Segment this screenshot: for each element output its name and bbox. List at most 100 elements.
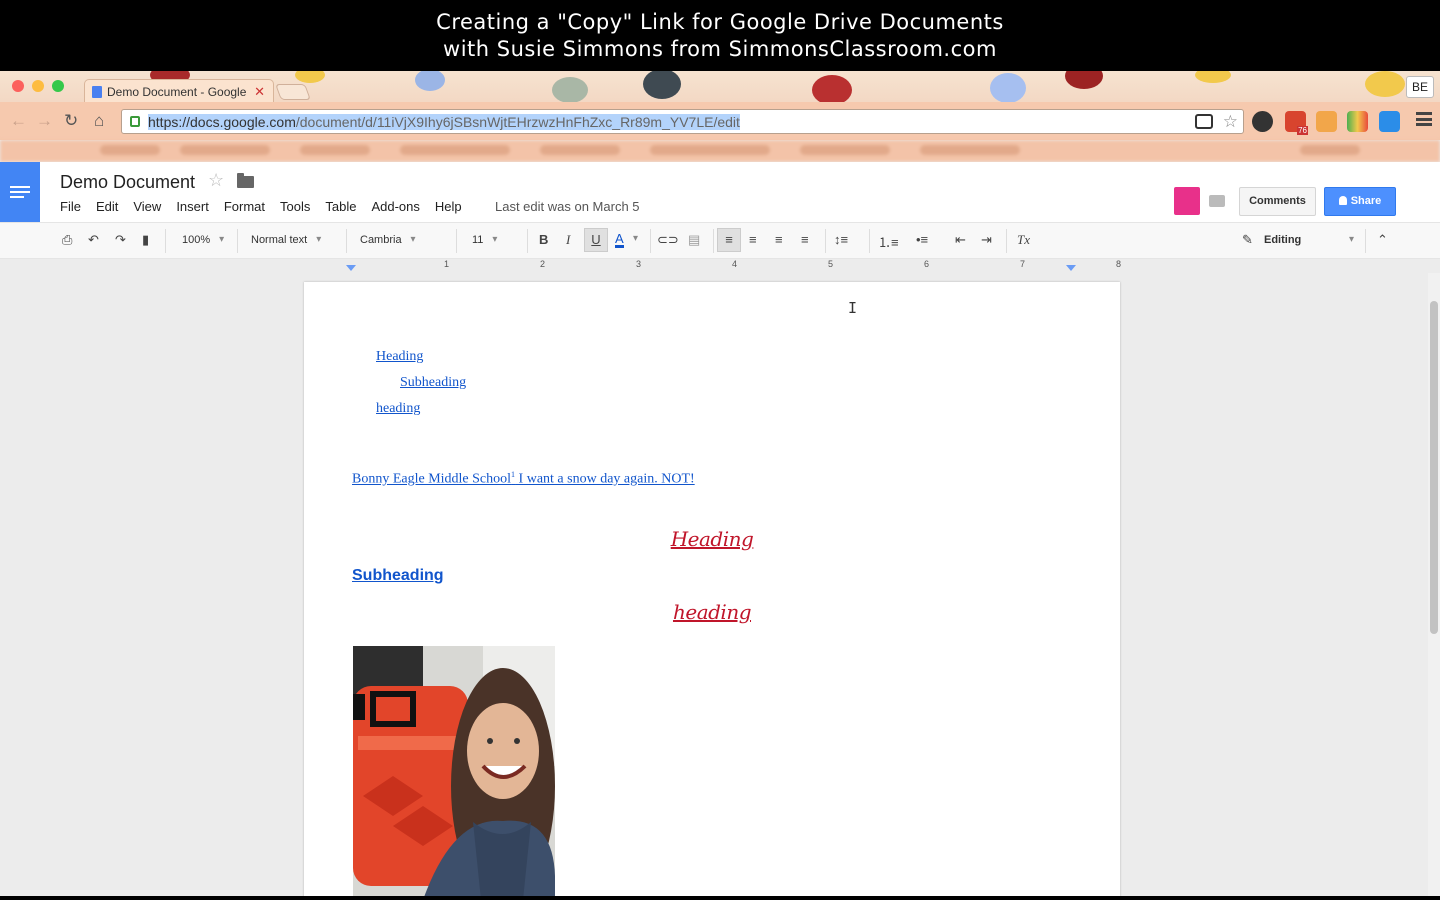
camera-icon[interactable] — [1195, 114, 1213, 129]
ruler-number: 4 — [732, 259, 738, 269]
justify-icon[interactable]: ≡ — [801, 232, 809, 247]
ruler-number: 8 — [1116, 259, 1122, 269]
align-left-icon[interactable]: ≡ — [717, 228, 741, 252]
extension-badge-icon[interactable]: 76 — [1285, 111, 1308, 135]
profile-button[interactable]: BE — [1406, 76, 1434, 98]
extension-icon[interactable] — [1347, 111, 1368, 132]
lock-icon — [130, 116, 140, 127]
share-button[interactable]: Share — [1324, 187, 1396, 216]
right-indent-marker[interactable] — [1066, 265, 1076, 271]
inline-photo[interactable] — [353, 646, 555, 900]
heading-2: heading — [672, 600, 752, 624]
browser-tab-active[interactable]: Demo Document - Google ✕ — [84, 79, 274, 102]
undo-icon[interactable]: ↶ — [88, 232, 99, 248]
toc-entry-heading-2[interactable]: heading — [376, 401, 420, 417]
decrease-indent-icon[interactable]: ⇤ — [955, 232, 966, 248]
text-color-dropdown-icon[interactable]: ▾ — [633, 233, 638, 244]
window-close-button[interactable] — [12, 80, 24, 92]
bookmark-item[interactable] — [920, 145, 1020, 155]
print-icon[interactable]: ⎙ — [62, 232, 72, 248]
toc-entry-heading[interactable]: Heading — [376, 349, 423, 365]
scrollbar-thumb[interactable] — [1430, 301, 1438, 634]
reload-icon[interactable]: ↻ — [64, 111, 78, 131]
extension-icon[interactable] — [1379, 111, 1400, 132]
addon-icon[interactable] — [1174, 187, 1200, 215]
folder-icon[interactable] — [237, 173, 254, 188]
left-indent-marker[interactable] — [346, 265, 356, 271]
menu-format[interactable]: Format — [224, 199, 265, 214]
menu-tools[interactable]: Tools — [280, 199, 310, 214]
comments-button[interactable]: Comments — [1239, 187, 1316, 216]
chat-icon[interactable] — [1209, 195, 1225, 207]
extension-icon[interactable] — [1252, 111, 1273, 132]
bookmark-item[interactable] — [1300, 145, 1360, 155]
bookmark-item[interactable] — [100, 145, 160, 155]
menu-edit[interactable]: Edit — [96, 199, 118, 214]
address-bar[interactable]: https://docs.google.com/document/d/11iVj… — [121, 109, 1244, 134]
document-title[interactable]: Demo Document — [60, 172, 195, 193]
window-minimize-button[interactable] — [32, 80, 44, 92]
heading-1: Heading — [670, 527, 754, 551]
star-icon[interactable]: ☆ — [208, 170, 224, 191]
bookmark-item[interactable] — [180, 145, 270, 155]
theme-dot — [1365, 71, 1405, 97]
docs-home-icon[interactable] — [0, 162, 40, 222]
bulleted-list-icon[interactable]: •≡ — [916, 232, 928, 247]
collapse-toolbar-icon[interactable]: ⌃ — [1377, 232, 1388, 248]
italic-button[interactable]: I — [566, 232, 570, 248]
link-icon[interactable]: ⊂⊃ — [657, 232, 679, 248]
align-right-icon[interactable]: ≡ — [775, 232, 783, 247]
theme-dot — [812, 75, 852, 102]
numbered-list-icon[interactable]: ⒈≡ — [878, 232, 899, 251]
bookmark-item[interactable] — [650, 145, 770, 155]
theme-dot — [643, 71, 681, 99]
tab-close-icon[interactable]: ✕ — [254, 84, 265, 100]
style-select[interactable]: Normal text — [251, 234, 322, 246]
last-edit-link[interactable]: Last edit was on March 5 — [495, 199, 640, 214]
bookmark-item[interactable] — [300, 145, 370, 155]
forward-arrow-icon[interactable]: → — [36, 111, 53, 131]
theme-dot — [552, 77, 588, 102]
chrome-menu-icon[interactable] — [1416, 112, 1432, 126]
align-center-icon[interactable]: ≡ — [749, 232, 757, 247]
font-size-select[interactable]: 11 — [472, 234, 498, 246]
mode-dropdown-icon[interactable]: ▾ — [1349, 234, 1354, 245]
bookmark-item[interactable] — [540, 145, 620, 155]
line-spacing-icon[interactable]: ↕≡ — [834, 232, 848, 247]
redo-icon[interactable]: ↷ — [115, 232, 126, 248]
back-arrow-icon[interactable]: ← — [10, 111, 27, 131]
editing-mode-select[interactable]: Editing — [1264, 234, 1301, 246]
body-paragraph-link[interactable]: Bonny Eagle Middle School1 I want a snow… — [352, 470, 695, 488]
bookmark-item[interactable] — [800, 145, 890, 155]
menu-file[interactable]: File — [60, 199, 81, 214]
vertical-scrollbar[interactable] — [1428, 273, 1440, 900]
text-color-button[interactable]: A — [615, 232, 624, 248]
document-page[interactable]: I Heading Subheading heading Bonny Eagle… — [304, 282, 1120, 900]
increase-indent-icon[interactable]: ⇥ — [981, 232, 992, 248]
zoom-select[interactable]: 100% — [182, 234, 224, 246]
extension-icon[interactable] — [1316, 111, 1337, 132]
menu-addons[interactable]: Add-ons — [371, 199, 419, 214]
window-maximize-button[interactable] — [52, 80, 64, 92]
new-tab-button[interactable] — [275, 84, 311, 100]
bookmark-star-icon[interactable]: ☆ — [1223, 112, 1238, 132]
home-icon[interactable]: ⌂ — [94, 111, 104, 131]
ruler-number: 6 — [924, 259, 930, 269]
paint-format-icon[interactable]: ▮ — [142, 232, 149, 248]
docs-header: Demo Document ☆ File Edit View Insert Fo… — [0, 162, 1440, 222]
font-select[interactable]: Cambria — [360, 234, 415, 246]
menu-help[interactable]: Help — [435, 199, 462, 214]
menu-table[interactable]: Table — [325, 199, 356, 214]
bold-button[interactable]: B — [539, 232, 548, 247]
toc-entry-subheading[interactable]: Subheading — [400, 375, 466, 391]
bookmark-item[interactable] — [400, 145, 510, 155]
text-cursor-icon: I — [848, 299, 858, 317]
menu-view[interactable]: View — [133, 199, 161, 214]
underline-button[interactable]: U — [584, 228, 608, 252]
url-path: /document/d/11iVjX9Ihy6jSBsnWjtEHrzwzHnF… — [295, 114, 740, 130]
comment-icon[interactable]: ▤ — [688, 232, 700, 248]
clear-formatting-icon[interactable]: Tx — [1017, 232, 1030, 248]
menu-insert[interactable]: Insert — [176, 199, 209, 214]
pencil-icon: ✎ — [1242, 232, 1253, 247]
theme-dot — [1195, 71, 1231, 83]
